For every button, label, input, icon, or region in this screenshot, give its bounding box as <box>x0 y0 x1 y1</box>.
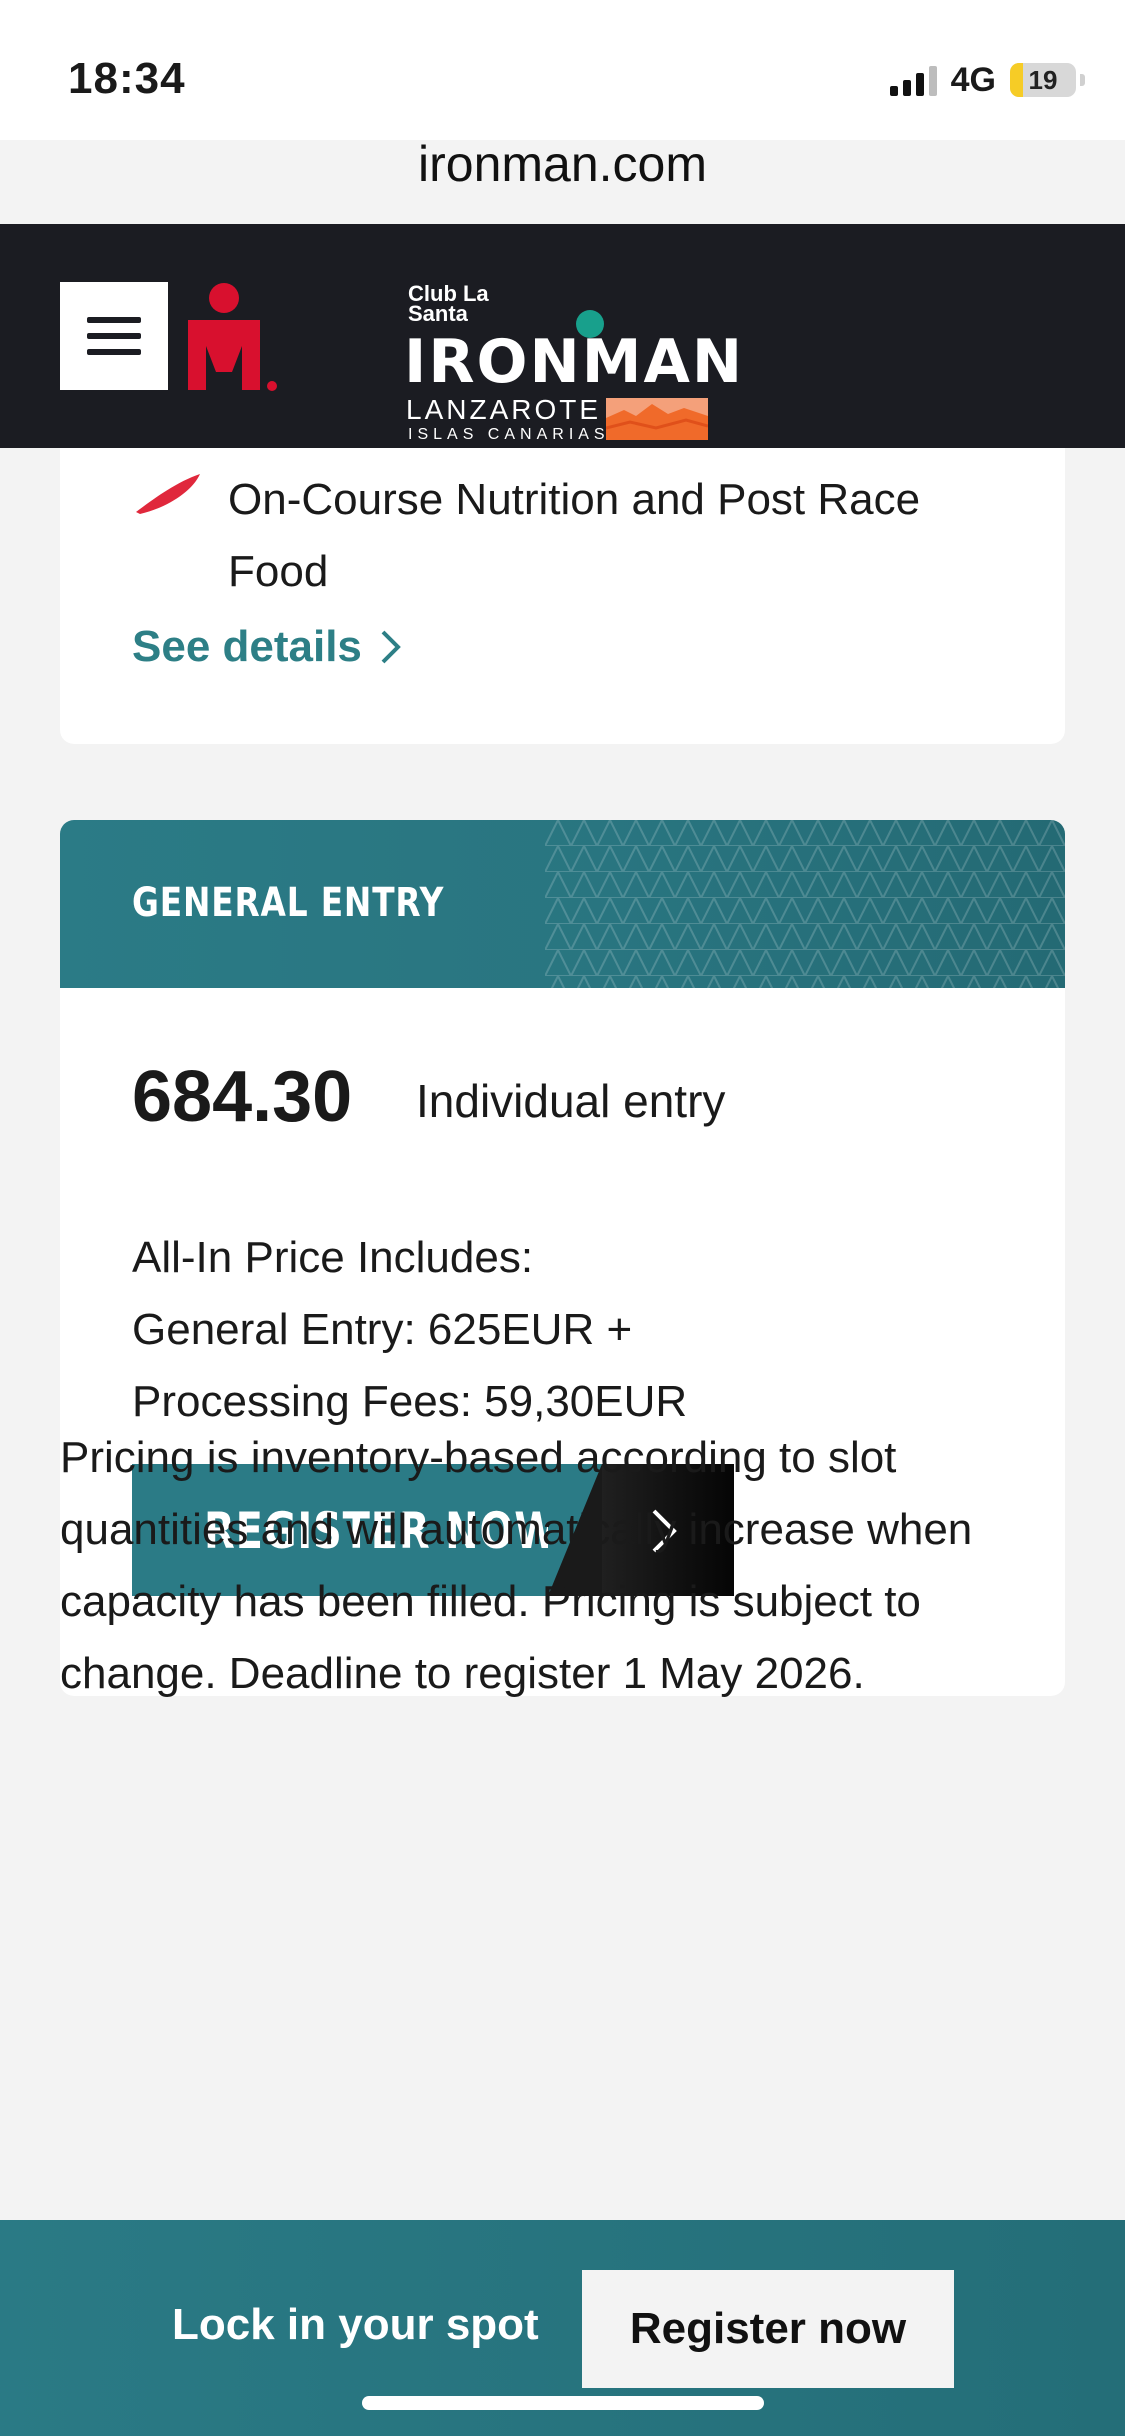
status-indicators: 4G 19 <box>889 60 1085 100</box>
entry-card-header: GENERAL ENTRY <box>60 820 1065 988</box>
pricing-note: Pricing is inventory-based according to … <box>60 1433 973 1698</box>
menu-button[interactable] <box>60 282 168 390</box>
home-indicator[interactable] <box>362 2396 764 2410</box>
brand-location: LANZAROTE <box>406 394 602 425</box>
includes-heading: All-In Price Includes: <box>132 1233 534 1282</box>
brand-sublocation: ISLAS CANARIAS <box>408 426 610 443</box>
includes-line-entry: General Entry: 625EUR + <box>132 1305 633 1354</box>
status-bar: 18:34 4G 19 ironman.com <box>0 0 1125 192</box>
mdot-logo[interactable] <box>186 282 286 392</box>
entry-price-label: Individual entry <box>416 1075 726 1127</box>
url-bar[interactable]: ironman.com <box>0 135 1125 193</box>
feature-card: On-Course Nutrition and Post Race Food S… <box>60 448 1065 744</box>
see-details-link[interactable]: See details <box>132 622 402 672</box>
site-header: Club La Santa IRONMAN LANZAROTE ISLAS CA… <box>0 224 1125 448</box>
chevron-right-icon <box>381 630 401 664</box>
register-now-cta-button[interactable]: Register now <box>582 2270 954 2388</box>
menu-icon <box>87 317 141 323</box>
battery-icon: 19 <box>1010 63 1076 97</box>
see-details-label: See details <box>132 622 362 671</box>
ironman-lanzarote-logo[interactable]: Club La Santa IRONMAN LANZAROTE ISLAS CA… <box>400 254 742 444</box>
status-time: 18:34 <box>68 54 186 103</box>
network-label: 4G <box>950 60 996 99</box>
mountains-icon <box>606 398 708 440</box>
entry-price: 684.30 <box>132 1057 353 1137</box>
feature-text: On-Course Nutrition and Post Race Food <box>228 475 921 596</box>
price-breakdown: All-In Price Includes: General Entry: 62… <box>132 1222 687 1438</box>
cta-text: Lock in your spot <box>172 2300 539 2349</box>
battery-tip <box>1080 74 1085 86</box>
signal-icon <box>889 64 937 96</box>
battery-percent: 19 <box>1028 64 1058 95</box>
entry-title: GENERAL ENTRY <box>132 880 445 926</box>
brand-name: IRONMAN <box>404 327 745 397</box>
food-icon <box>136 474 200 514</box>
brand-club: Club La Santa <box>408 281 489 326</box>
page-content[interactable]: On-Course Nutrition and Post Race Food S… <box>0 448 1125 2216</box>
header-pattern <box>545 820 1065 988</box>
